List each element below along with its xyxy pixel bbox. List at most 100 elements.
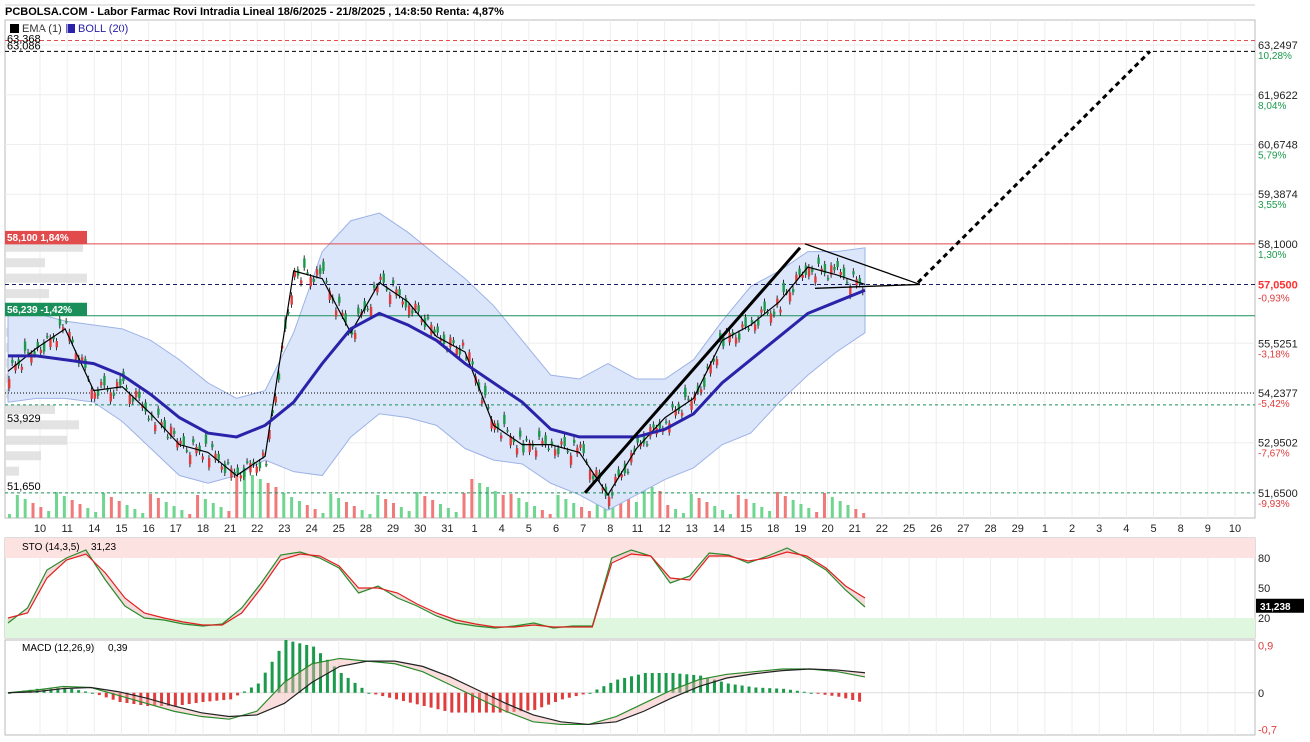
candle-body [852,271,855,275]
candle-body [46,335,49,338]
macd-hist-bar [173,692,177,706]
macd-hist-bar [643,672,647,693]
candle-body [182,436,185,446]
candle-body [166,436,170,439]
volume-bar [23,499,27,518]
volume-bar [486,487,490,518]
macd-hist-bar [457,692,461,713]
volume-bar [62,496,66,518]
candle-body [379,276,382,280]
volume-profile-bar [5,289,49,299]
macd-hist-bar [180,692,184,705]
x-tick-label: 11 [61,523,72,535]
candle-body [309,277,312,287]
candle-body [836,260,839,268]
macd-tick-label: -0,7 [1258,725,1277,737]
x-tick-label: 5 [1150,523,1156,535]
candle-body [449,337,452,347]
volume-bar [493,491,497,518]
candle-body [39,349,43,353]
candle-body [112,392,116,396]
y-tick-pct: -5,42% [1258,399,1290,410]
x-tick-label: 31 [441,523,453,535]
macd-hist-bar [215,692,219,701]
last-price-pct: -0,93% [1258,293,1290,304]
candle-body [407,305,411,315]
macd-hist-bar [339,672,343,693]
volume-bar [31,503,35,518]
volume-bar [282,493,286,518]
volume-bar [799,504,803,518]
candle-body [338,296,341,303]
candle-body [401,301,404,305]
volume-bar [407,511,411,518]
candle-body [665,421,668,423]
volume-bar [290,497,294,518]
candle-body [484,385,487,396]
candle-body [791,289,795,293]
volume-bar [744,499,748,518]
macd-hist-bar [782,688,786,693]
candle-body [134,391,138,398]
volume-bar [94,512,98,518]
sto-tick-label: 50 [1258,583,1270,595]
macd-hist-bar [443,692,447,711]
volume-bar [713,506,717,518]
macd-hist-bar [346,677,350,693]
level-tag-text-support: 56,239 -1,42% [7,305,72,316]
candle-body [157,408,160,415]
volume-bar [125,505,129,518]
x-tick-label: 4 [499,523,505,535]
x-tick-label: 18 [197,523,209,535]
volume-bar [55,492,59,518]
volume-bar [297,501,301,518]
macd-hist-bar [104,692,108,698]
macd-hist-bar [726,683,730,693]
candle-body [426,317,430,319]
volume-bar [540,510,544,518]
x-tick-label: 24 [305,523,317,535]
candle-body [741,324,744,328]
candle-body [385,288,389,291]
candle-body [20,366,24,370]
macd-hist-bar [367,692,371,694]
candle-body [274,396,278,403]
candle-body [626,471,630,474]
macd-hist-bar [809,692,813,694]
candle-body [572,439,576,443]
candle-body [452,340,455,344]
volume-bar [39,507,43,518]
x-tick-label: 15 [115,523,127,535]
price-chart[interactable]: PCBOLSA.COM - Labor Farmac Rovi Intradia… [0,0,1310,742]
volume-bar [517,498,521,518]
volume-bar [572,503,576,518]
macd-hist-bar [70,688,74,693]
candle-body [753,324,757,331]
candle-body [607,496,611,507]
candle-body [207,458,211,468]
candle-body [544,435,547,445]
macd-hist-bar [775,688,779,693]
candle-body [690,400,693,410]
candle-body [211,444,214,448]
volume-bar [219,507,223,518]
sto-oversold-zone [5,618,1255,638]
macd-hist-bar [194,692,198,704]
macd-hist-bar [553,692,557,703]
volume-bar [368,514,372,518]
x-tick-label: 29 [387,523,399,535]
volume-bar [188,514,192,518]
candle-body [845,281,849,284]
candle-body [592,475,595,479]
macd-hist-bar [540,692,544,708]
volume-bar [509,494,513,518]
candle-body [255,466,258,473]
volume-bar [117,501,121,518]
sto-tag-label: 31,238 [1260,602,1291,613]
volume-bar [313,509,317,518]
volume-bar [102,493,106,518]
y-tick-pct: -9,93% [1258,499,1290,510]
volume-bar [736,495,740,518]
x-tick-label: 5 [526,523,532,535]
macd-hist-bar [616,679,620,693]
